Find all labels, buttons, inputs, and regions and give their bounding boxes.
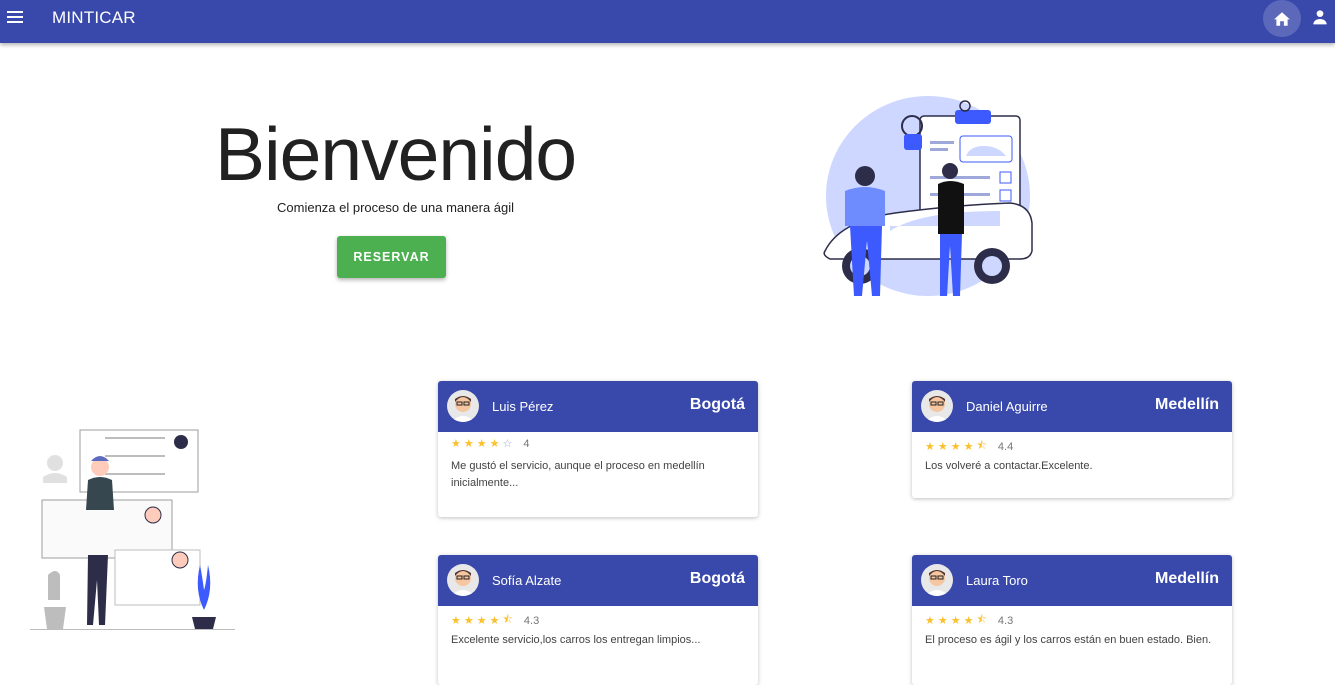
reviewer-name: Daniel Aguirre <box>966 399 1048 414</box>
car-rental-illustration <box>823 96 1033 296</box>
app-title: MINTICAR <box>52 8 136 27</box>
reviewer-name: Sofía Alzate <box>492 573 562 588</box>
rating-value: 4.4 <box>997 440 1014 453</box>
star-icon: ★ <box>489 615 500 627</box>
review-card: Sofía Alzate Bogotá ★ ★ ★ ★ ⯪ 4.3 Excele… <box>438 555 758 685</box>
top-app-bar: MINTICAR <box>0 0 1335 43</box>
review-card: Daniel Aguirre Medellín ★ ★ ★ ★ ⯪ 4.4 Lo… <box>912 381 1232 498</box>
avatar <box>447 390 479 422</box>
star-icon: ★ <box>937 615 948 627</box>
reviews-illustration <box>30 429 235 630</box>
reviewer-city: Medellín <box>1154 396 1219 413</box>
star-icon: ★ <box>950 441 961 453</box>
review-card-header: Daniel Aguirre Medellín <box>912 381 1232 432</box>
home-icon <box>1274 11 1290 26</box>
review-card-header: Sofía Alzate Bogotá <box>438 555 758 606</box>
rating-value: 4.3 <box>523 614 540 627</box>
review-card-header: Luis Pérez Bogotá <box>438 381 758 432</box>
reviewer-city: Bogotá <box>689 570 745 587</box>
reviewer-city: Bogotá <box>689 396 745 413</box>
star-half-icon: ⯪ <box>976 440 987 452</box>
home-button[interactable] <box>1263 0 1301 37</box>
reviewer-city: Medellín <box>1154 570 1219 587</box>
star-rating: ★ ★ ★ ★ ⯪ 4.3 <box>451 611 539 630</box>
hero-title: Bienvenido <box>215 112 577 196</box>
avatar <box>921 564 953 596</box>
review-text: Excelente servicio,los carros los entreg… <box>451 634 701 646</box>
rating-value: 4.3 <box>997 614 1014 627</box>
star-half-icon: ⯪ <box>976 614 987 626</box>
star-icon: ★ <box>451 615 461 627</box>
star-icon: ★ <box>950 615 961 627</box>
star-icon: ★ <box>463 438 474 450</box>
star-outline-icon: ☆ <box>502 438 513 450</box>
review-text: Me gustó el servicio, aunque el proceso … <box>451 460 705 489</box>
star-rating: ★ ★ ★ ★ ⯪ 4.3 <box>925 611 1013 630</box>
star-half-icon: ⯪ <box>502 614 513 626</box>
star-icon: ★ <box>451 438 461 450</box>
hero-subtitle: Comienza el proceso de una manera ágil <box>277 200 515 215</box>
menu-icon[interactable] <box>7 7 27 27</box>
star-rating: ★ ★ ★ ★ ☆ 4 <box>451 437 530 451</box>
rating-value: 4 <box>523 437 530 450</box>
reviewer-name: Laura Toro <box>966 573 1028 588</box>
avatar <box>921 390 953 422</box>
star-icon: ★ <box>925 441 935 453</box>
star-icon: ★ <box>489 438 500 450</box>
star-icon: ★ <box>937 441 948 453</box>
star-icon: ★ <box>925 615 935 627</box>
star-icon: ★ <box>463 615 474 627</box>
review-text: El proceso es ágil y los carros están en… <box>925 634 1212 646</box>
star-icon: ★ <box>476 438 487 450</box>
account-icon <box>1313 10 1327 25</box>
reserve-button[interactable]: RESERVAR <box>337 236 446 278</box>
review-card: Luis Pérez Bogotá ★ ★ ★ ★ ☆ 4 Me gustó e… <box>438 381 758 517</box>
reviewer-name: Luis Pérez <box>492 399 554 414</box>
review-text: Los volveré a contactar.Excelente. <box>925 460 1093 472</box>
account-button[interactable] <box>1309 6 1331 28</box>
review-card: Laura Toro Medellín ★ ★ ★ ★ ⯪ 4.3 El pro… <box>912 555 1232 685</box>
avatar <box>447 564 479 596</box>
star-icon: ★ <box>476 615 487 627</box>
review-card-header: Laura Toro Medellín <box>912 555 1232 606</box>
star-icon: ★ <box>963 615 974 627</box>
star-rating: ★ ★ ★ ★ ⯪ 4.4 <box>925 437 1013 456</box>
star-icon: ★ <box>963 441 974 453</box>
